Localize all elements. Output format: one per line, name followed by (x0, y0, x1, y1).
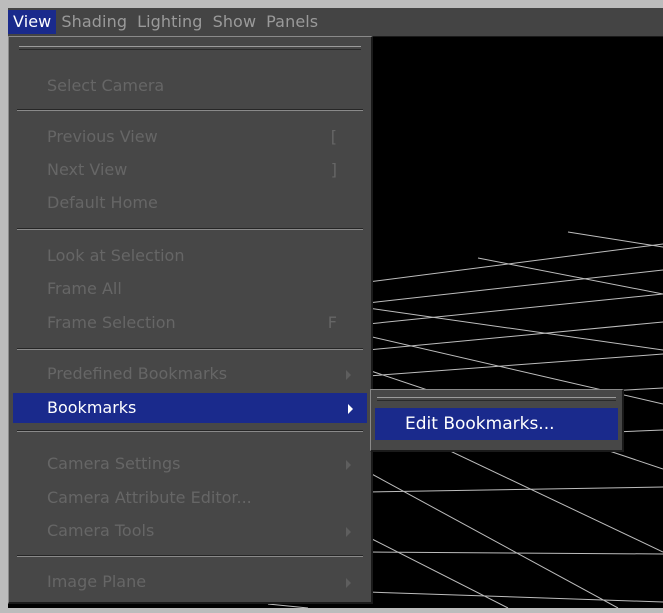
menu-separator (17, 555, 363, 557)
menu-item-camera-attribute-editor[interactable]: Camera Attribute Editor... (13, 483, 367, 513)
menu-shading[interactable]: Shading (56, 10, 132, 34)
menu-item-label: Bookmarks (47, 398, 137, 417)
hotkey-label: ] (330, 160, 337, 179)
menu-item-camera-settings[interactable]: Camera Settings (13, 449, 367, 479)
tear-off-handle[interactable] (377, 397, 616, 403)
menu-item-label: Previous View (47, 127, 158, 146)
submenu-arrow-icon (346, 527, 351, 537)
menu-item-label: Select Camera (47, 76, 165, 95)
submenu-arrow-icon (346, 370, 351, 380)
menu-item-label: Default Home (47, 193, 158, 212)
tear-off-handle[interactable] (19, 46, 361, 52)
menu-item-select-camera[interactable]: Select Camera (13, 71, 367, 101)
menu-item-default-home[interactable]: Default Home (13, 188, 367, 218)
menu-item-label: Frame All (47, 279, 122, 298)
hotkey-label: [ (330, 127, 337, 146)
menu-item-frame-selection[interactable]: Frame Selection F (13, 308, 367, 338)
menu-separator (17, 228, 363, 230)
view-dropdown-menu: Select Camera Previous View [ Next View … (8, 36, 373, 604)
bookmarks-submenu: Edit Bookmarks... (370, 389, 624, 452)
hotkey-label: F (327, 313, 337, 332)
menu-item-image-plane[interactable]: Image Plane (13, 567, 367, 597)
menu-item-next-view[interactable]: Next View ] (13, 155, 367, 185)
menu-item-label: Image Plane (47, 572, 147, 591)
menu-item-label: Frame Selection (47, 313, 176, 332)
menu-view[interactable]: View (8, 10, 57, 34)
menu-item-label: Next View (47, 160, 128, 179)
menu-item-predefined-bookmarks[interactable]: Predefined Bookmarks (13, 359, 367, 389)
menu-item-bookmarks[interactable]: Bookmarks (13, 393, 367, 423)
menu-item-label: Look at Selection (47, 246, 185, 265)
submenu-arrow-icon (346, 578, 351, 588)
submenu-arrow-icon (346, 460, 351, 470)
submenu-arrow-icon (348, 404, 353, 414)
menu-item-previous-view[interactable]: Previous View [ (13, 122, 367, 152)
menu-item-camera-tools[interactable]: Camera Tools (13, 516, 367, 546)
menu-item-look-at-selection[interactable]: Look at Selection (13, 241, 367, 271)
menu-item-label: Predefined Bookmarks (47, 364, 228, 383)
menu-item-label: Camera Attribute Editor... (47, 488, 252, 507)
menu-separator (17, 430, 363, 432)
menu-item-edit-bookmarks[interactable]: Edit Bookmarks... (375, 408, 618, 440)
menu-separator (17, 348, 363, 350)
menu-item-label: Edit Bookmarks... (405, 414, 555, 434)
panel-menu-bar: View Shading Lighting Show Panels (8, 8, 663, 37)
menu-item-frame-all[interactable]: Frame All (13, 274, 367, 304)
menu-panels[interactable]: Panels (261, 10, 323, 34)
menu-show[interactable]: Show (208, 10, 262, 34)
menu-lighting[interactable]: Lighting (132, 10, 207, 34)
menu-item-label: Camera Tools (47, 521, 155, 540)
menu-item-label: Camera Settings (47, 454, 181, 473)
menu-separator (17, 109, 363, 111)
